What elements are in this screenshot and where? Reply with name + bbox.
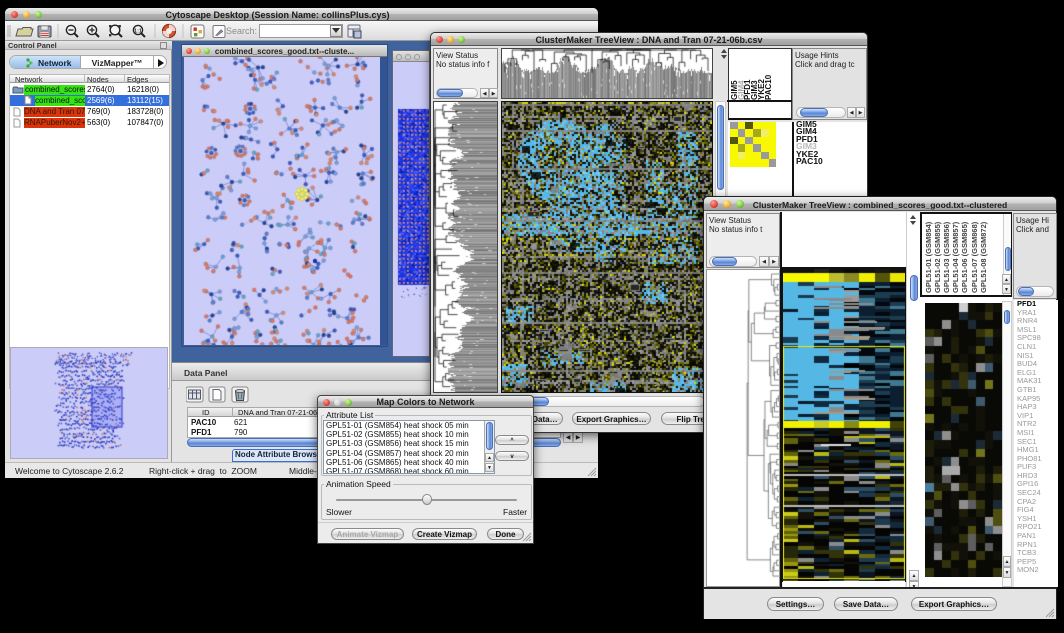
svg-text:1:1: 1:1 [134,29,142,35]
